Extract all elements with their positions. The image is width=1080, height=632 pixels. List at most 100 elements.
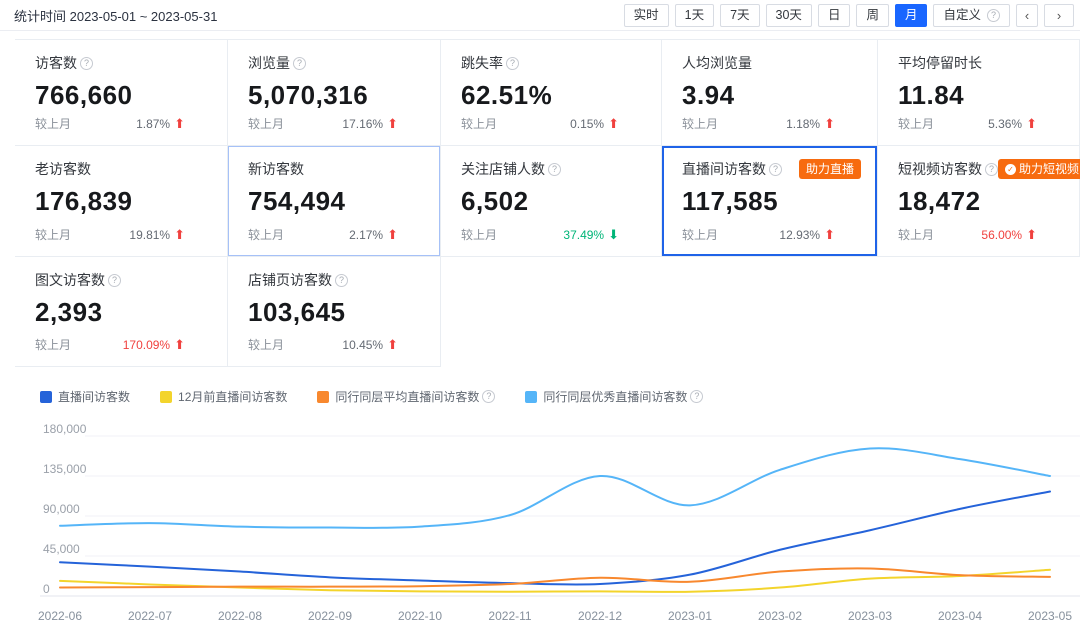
range-button-周[interactable]: 周 xyxy=(856,4,889,27)
range-button-30天[interactable]: 30天 xyxy=(766,4,812,27)
up-arrow-icon: ⬆ xyxy=(1026,227,1037,243)
x-axis-label-2023-04: 2023-04 xyxy=(938,609,982,623)
metric-card-header: 平均停留时长 xyxy=(898,53,1069,73)
metric-value: 2,393 xyxy=(35,297,217,328)
x-axis-label-2022-07: 2022-07 xyxy=(128,609,172,623)
legend-swatch xyxy=(525,391,537,403)
metric-value: 3.94 xyxy=(682,80,867,111)
chart-legend: 直播间访客数12月前直播间访客数同行同层平均直播间访客数?同行同层优秀直播间访客… xyxy=(40,388,1080,405)
metric-value: 62.51% xyxy=(461,80,651,111)
metric-card-关注店铺人数[interactable]: 关注店铺人数?6,502较上月37.49%⬇ xyxy=(441,146,662,257)
compare-row: 较上月19.81%⬆ xyxy=(35,226,185,243)
metric-value: 18,472 xyxy=(898,186,1069,217)
x-axis-label-2023-03: 2023-03 xyxy=(848,609,892,623)
range-button-label: 30天 xyxy=(776,5,802,26)
compare-label: 较上月 xyxy=(461,115,497,132)
range-button-label: 7天 xyxy=(730,5,749,26)
compare-label: 较上月 xyxy=(35,115,71,132)
topbar: 统计时间 2023-05-01 ~ 2023-05-31 实时 1天 7天 30天 日周… xyxy=(0,0,1080,31)
range-button-label: 日 xyxy=(828,5,841,26)
up-arrow-icon: ⬆ xyxy=(387,337,398,353)
x-axis-label-2022-11: 2022-11 xyxy=(488,609,531,623)
legend-swatch xyxy=(317,391,329,403)
metric-card-店铺页访客数[interactable]: 店铺页访客数?103,645较上月10.45%⬆ xyxy=(228,257,441,367)
metric-card-header: 访客数? xyxy=(35,53,217,73)
legend-item-同行同层优秀直播间访客数[interactable]: 同行同层优秀直播间访客数? xyxy=(525,388,703,405)
compare-percent: 5.36% xyxy=(988,117,1022,131)
range-button-日[interactable]: 日 xyxy=(818,4,851,27)
compare-percent: 0.15% xyxy=(570,117,604,131)
legend-item-同行同层平均直播间访客数[interactable]: 同行同层平均直播间访客数? xyxy=(317,388,495,405)
metric-label: 直播间访客数 xyxy=(682,159,766,179)
compare-label: 较上月 xyxy=(898,226,934,243)
y-axis-label: 45,000 xyxy=(43,542,80,556)
compare-row: 较上月1.18%⬆ xyxy=(682,115,835,132)
info-icon: ? xyxy=(987,9,1000,22)
legend-label: 同行同层平均直播间访客数 xyxy=(335,388,479,405)
metric-value: 5,070,316 xyxy=(248,80,430,111)
info-icon[interactable]: ? xyxy=(108,274,121,287)
stat-time-label: 统计时间 2023-05-01 ~ 2023-05-31 xyxy=(14,6,217,25)
metric-label: 老访客数 xyxy=(35,159,91,179)
metric-card-header: 人均浏览量 xyxy=(682,53,867,73)
metric-label: 浏览量 xyxy=(248,53,290,73)
info-icon[interactable]: ? xyxy=(985,163,998,176)
metric-label: 新访客数 xyxy=(248,159,304,179)
compare-label: 较上月 xyxy=(461,226,497,243)
up-arrow-icon: ⬆ xyxy=(174,227,185,243)
compare-percent: 17.16% xyxy=(342,117,383,131)
info-icon[interactable]: ? xyxy=(769,163,782,176)
promo-badge[interactable]: 助力直播 xyxy=(799,159,861,179)
compare-label: 较上月 xyxy=(898,115,934,132)
range-button-7天[interactable]: 7天 xyxy=(720,4,759,27)
metric-card-跳失率[interactable]: 跳失率?62.51%较上月0.15%⬆ xyxy=(441,39,662,146)
metric-card-直播间访客数[interactable]: 直播间访客数? 助力直播 117,585 较上月12.93%⬆ xyxy=(662,146,878,257)
y-axis-label: 90,000 xyxy=(43,502,80,516)
metric-card-平均停留时长[interactable]: 平均停留时长11.84较上月5.36%⬆ xyxy=(878,39,1080,146)
y-axis-label: 0 xyxy=(43,582,50,596)
range-button-1天[interactable]: 1天 xyxy=(675,4,714,27)
promo-badge[interactable]: ✓助力短视频 xyxy=(998,159,1080,179)
metric-card-短视频访客数[interactable]: 短视频访客数?✓助力短视频›18,472较上月56.00%⬆ xyxy=(878,146,1080,257)
legend-item-12月前直播间访客数[interactable]: 12月前直播间访客数 xyxy=(160,388,287,405)
shield-check-icon: ✓ xyxy=(1005,164,1016,175)
compare-label: 较上月 xyxy=(248,336,284,353)
legend-item-直播间访客数[interactable]: 直播间访客数 xyxy=(40,388,130,405)
info-icon[interactable]: ? xyxy=(335,274,348,287)
metric-value: 11.84 xyxy=(898,80,1069,111)
metric-card-新访客数[interactable]: 新访客数754,494较上月2.17%⬆ xyxy=(228,146,441,257)
metric-card-浏览量[interactable]: 浏览量?5,070,316较上月17.16%⬆ xyxy=(228,39,441,146)
metric-card-header: 新访客数 xyxy=(248,159,430,179)
info-icon[interactable]: ? xyxy=(293,57,306,70)
metric-card-header: 跳失率? xyxy=(461,53,651,73)
prev-range-button[interactable]: ‹ xyxy=(1016,4,1038,27)
metric-card-老访客数[interactable]: 老访客数 176,839 较上月19.81%⬆ xyxy=(15,146,228,257)
compare-row: 较上月12.93%⬆ xyxy=(682,226,835,243)
info-icon[interactable]: ? xyxy=(482,390,495,403)
promo-badge-label: 助力短视频 xyxy=(1019,159,1079,179)
range-button-实时[interactable]: 实时 xyxy=(624,4,669,27)
compare-row: 较上月1.87%⬆ xyxy=(35,115,185,132)
info-icon[interactable]: ? xyxy=(690,390,703,403)
metric-card-图文访客数[interactable]: 图文访客数?2,393较上月170.09%⬆ xyxy=(15,257,228,367)
range-button-月[interactable]: 月 xyxy=(895,4,928,27)
compare-row: 较上月10.45%⬆ xyxy=(248,336,398,353)
up-arrow-icon: ⬆ xyxy=(387,116,398,132)
metric-value: 117,585 xyxy=(682,186,867,217)
metric-label: 店铺页访客数 xyxy=(248,270,332,290)
metric-card-header: 老访客数 xyxy=(35,159,217,179)
down-arrow-icon: ⬇ xyxy=(608,227,619,243)
promo-badge-label: 助力直播 xyxy=(806,159,854,179)
y-axis-label: 135,000 xyxy=(43,462,87,476)
info-icon[interactable]: ? xyxy=(80,57,93,70)
info-icon[interactable]: ? xyxy=(548,163,561,176)
info-icon[interactable]: ? xyxy=(506,57,519,70)
range-button-自定义[interactable]: 自定义? xyxy=(933,4,1010,27)
next-range-button[interactable]: › xyxy=(1044,4,1074,27)
metric-value: 176,839 xyxy=(35,186,217,217)
metric-card-人均浏览量[interactable]: 人均浏览量 3.94 较上月1.18%⬆ xyxy=(662,39,878,146)
metric-card-访客数[interactable]: 访客数?766,660较上月1.87%⬆ xyxy=(15,39,228,146)
metric-label: 人均浏览量 xyxy=(682,53,752,73)
range-button-label: 月 xyxy=(905,5,918,26)
range-button-label: 自定义 xyxy=(943,5,981,26)
